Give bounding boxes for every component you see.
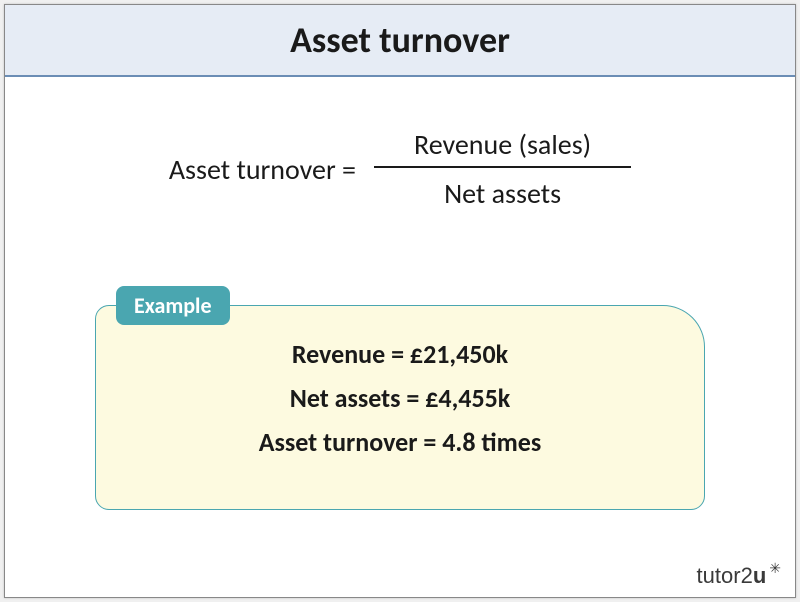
brand-accent-icon: ✳ xyxy=(769,560,781,577)
example-tab: Example xyxy=(116,286,230,325)
formula-numerator: Revenue (sales) xyxy=(374,127,631,168)
formula-area: Asset turnover = Revenue (sales) Net ass… xyxy=(5,127,795,211)
formula-lhs: Asset turnover = xyxy=(169,152,356,187)
brand-logo: tutor2u ✳ xyxy=(697,563,781,589)
example-result: Asset turnover = 4.8 times xyxy=(259,426,541,458)
example-box: Example Revenue = £21,450k Net assets = … xyxy=(95,305,705,510)
brand-name-part2: u xyxy=(753,563,766,589)
slide-container: Asset turnover Asset turnover = Revenue … xyxy=(4,4,796,598)
brand-name-part1: tutor2 xyxy=(697,563,753,589)
example-content: Revenue = £21,450k Net assets = £4,455k … xyxy=(96,338,704,458)
formula-fraction: Revenue (sales) Net assets xyxy=(374,127,631,211)
title-bar: Asset turnover xyxy=(5,5,795,77)
formula-denominator: Net assets xyxy=(444,168,561,211)
example-revenue: Revenue = £21,450k xyxy=(292,338,508,370)
example-net-assets: Net assets = £4,455k xyxy=(290,382,511,414)
slide-title: Asset turnover xyxy=(290,18,510,62)
